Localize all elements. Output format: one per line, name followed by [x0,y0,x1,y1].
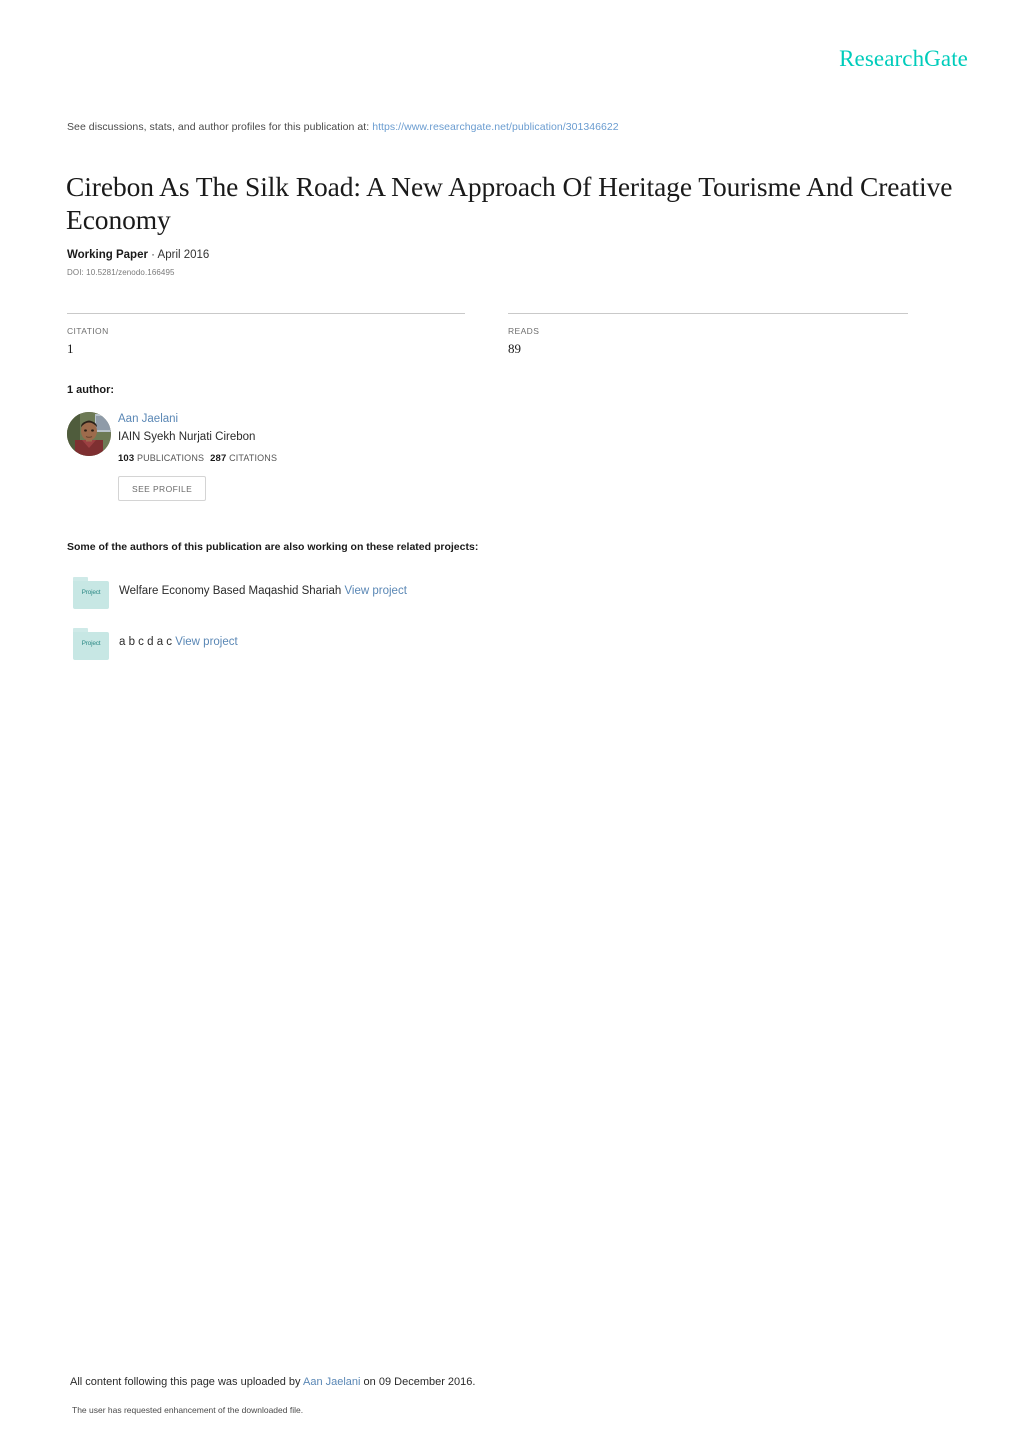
footer-uploader-link[interactable]: Aan Jaelani [303,1376,361,1388]
stat-value-reads: 89 [508,341,521,356]
view-project-link[interactable]: View project [344,585,406,597]
stat-divider [508,313,908,314]
stat-reads: READS 89 [508,313,908,357]
project-folder-icon: Project [73,577,109,609]
stat-label-reads: READS [508,326,540,336]
project-icon-label: Project [81,589,101,596]
project-folder-icon: Project [73,628,109,660]
project-text: a b c d a c View project [119,636,238,648]
author-affiliation: IAIN Syekh Nurjati Cirebon [118,431,256,443]
footer-upload-suffix: on 09 December 2016. [360,1376,476,1388]
publication-date-separator: · [147,249,158,261]
project-row: Project Welfare Economy Based Maqashid S… [67,577,767,615]
footer-enhancement-note: The user has requested enhancement of th… [72,1405,304,1415]
project-text: Welfare Economy Based Maqashid Shariah V… [119,585,407,597]
authors-heading: 1 author: [67,384,115,396]
related-projects-heading: Some of the authors of this publication … [67,541,479,553]
author-name-link[interactable]: Aan Jaelani [118,412,547,426]
project-icon-label: Project [81,640,101,647]
brand-header: ResearchGate [0,46,968,72]
author-citations-count: 287 [210,453,227,464]
publication-meta: Working Paper · April 2016 [67,249,209,261]
stat-divider [67,313,465,314]
avatar[interactable] [67,412,111,456]
footer-upload-note: All content following this page was uplo… [70,1376,475,1388]
publication-doi: DOI: 10.5281/zenodo.166495 [67,268,175,277]
author-info: Aan Jaelani IAIN Syekh Nurjati Cirebon 1… [118,412,547,501]
publication-cover-page: ResearchGate See discussions, stats, and… [0,0,1020,1441]
author-publications-label: PUBLICATIONS [136,453,205,463]
project-title: a b c d a c [119,636,173,648]
footer-upload-prefix: All content following this page was uplo… [70,1376,303,1388]
discussions-prefix-text: See discussions, stats, and author profi… [67,121,373,133]
publication-url-link[interactable]: https://www.researchgate.net/publication… [372,121,619,133]
author-stats: 103 PUBLICATIONS 287 CITATIONS [118,453,547,464]
project-title: Welfare Economy Based Maqashid Shariah [119,585,342,597]
discussions-line: See discussions, stats, and author profi… [67,121,619,133]
project-row: Project a b c d a c View project [67,628,767,666]
publication-type: Working Paper [67,249,148,261]
view-project-link[interactable]: View project [175,636,237,648]
see-profile-button[interactable]: SEE PROFILE [118,476,207,501]
author-citations-label: CITATIONS [229,453,278,463]
researchgate-logo[interactable]: ResearchGate [839,46,968,72]
author-entry: Aan Jaelani IAIN Syekh Nurjati Cirebon 1… [67,412,547,501]
author-publications-count: 103 [118,453,135,464]
page-title: Cirebon As The Silk Road: A New Approach… [66,171,953,236]
stat-citation: CITATION 1 [67,313,465,357]
stat-label-citation: CITATION [67,326,109,336]
publication-date: April 2016 [157,249,210,261]
stat-value-citation: 1 [67,341,74,356]
